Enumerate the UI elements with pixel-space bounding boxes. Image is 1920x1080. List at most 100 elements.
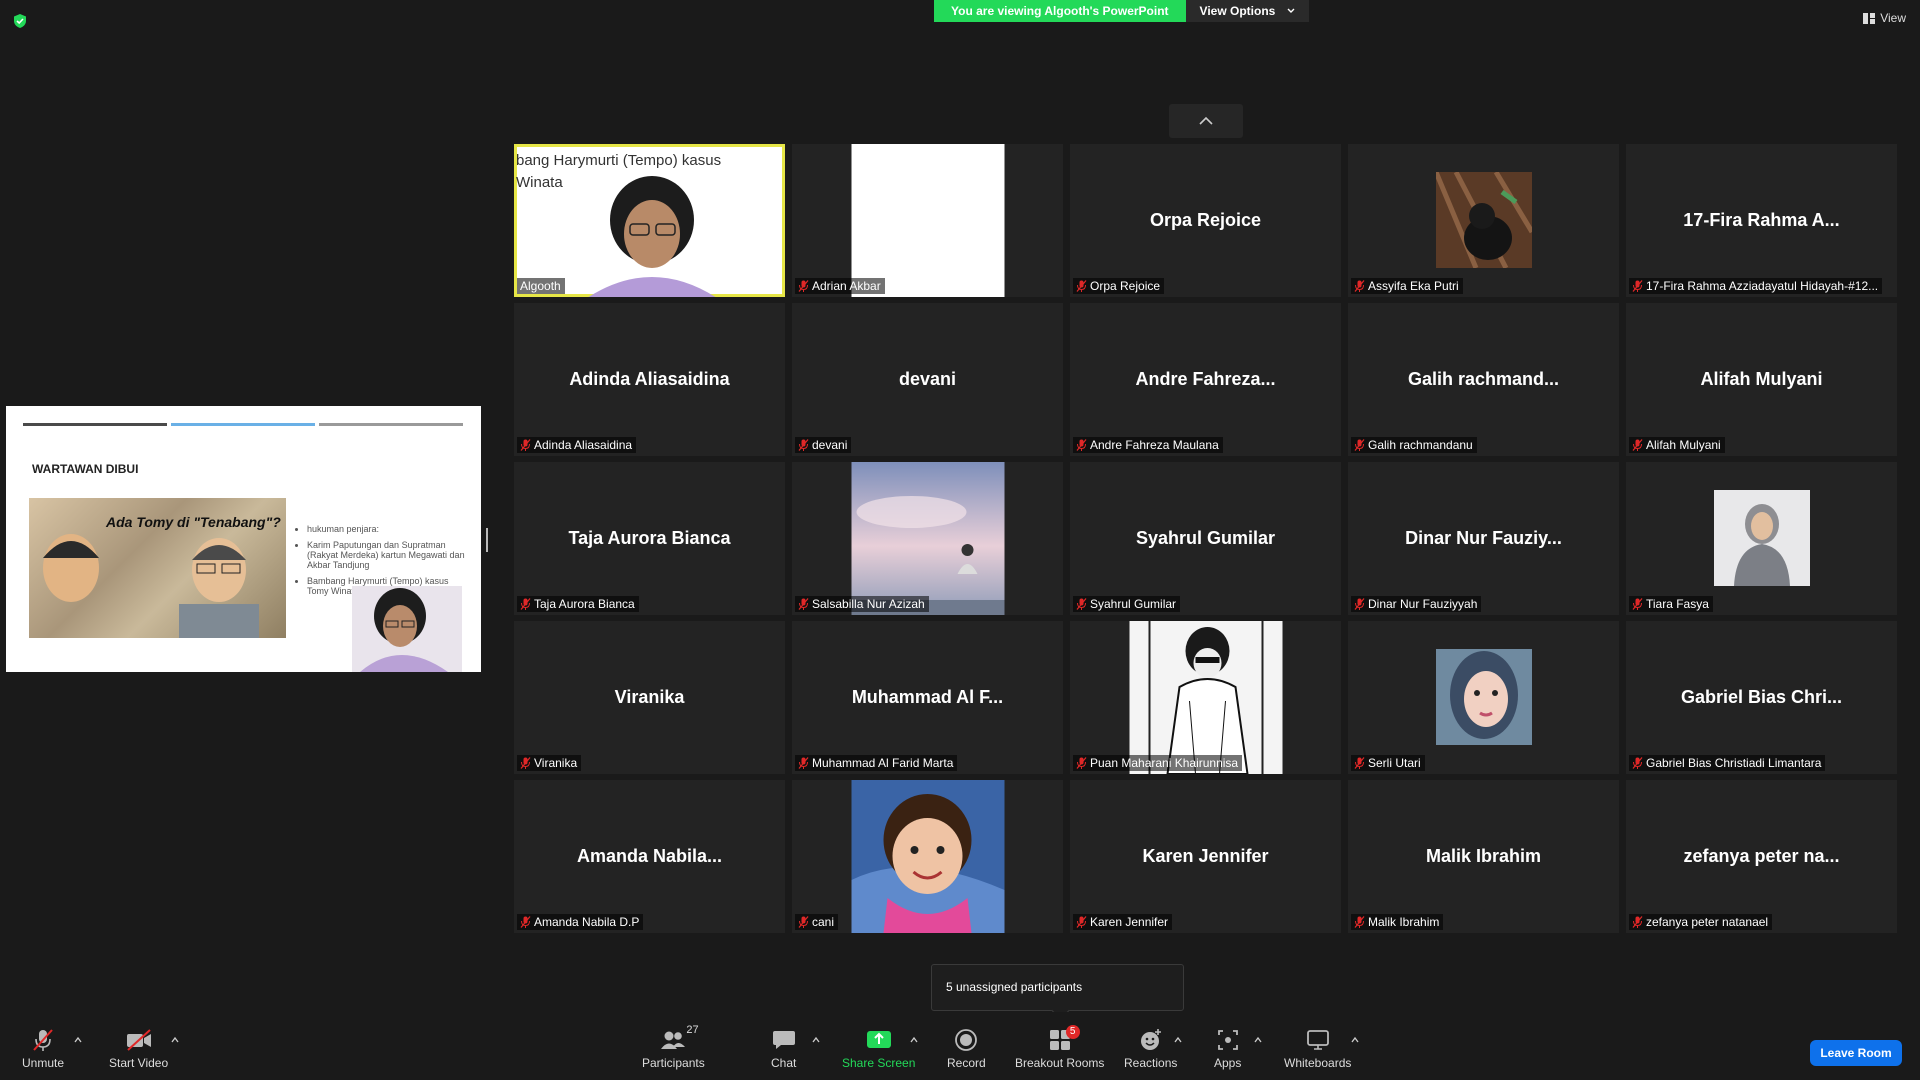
participant-name: Orpa Rejoice <box>1090 279 1161 293</box>
participant-name-label: Adrian Akbar <box>795 278 885 294</box>
participant-tile[interactable]: Serli Utari <box>1348 621 1619 774</box>
record-button[interactable]: Record <box>947 1028 986 1070</box>
audio-options-caret-icon[interactable] <box>74 1036 82 1044</box>
video-off-icon <box>126 1029 151 1051</box>
participant-tile[interactable]: Andre Fahreza... Andre Fahreza Maulana <box>1070 303 1341 456</box>
chat-button[interactable]: Chat <box>771 1028 796 1070</box>
participant-tile[interactable]: Muhammad Al F... Muhammad Al Farid Marta <box>792 621 1063 774</box>
security-shield-icon[interactable] <box>12 13 28 29</box>
slide-photo: Ada Tomy di "Tenabang"? <box>29 498 286 638</box>
participant-tile[interactable]: Tiara Fasya <box>1626 462 1897 615</box>
reactions-button[interactable]: Reactions <box>1124 1028 1177 1070</box>
slide-bar <box>319 423 463 426</box>
active-speaker-tile[interactable]: bang Harymurti (Tempo) kasus Winata Algoot… <box>514 144 785 297</box>
slide-bullet: Karim Paputungan dan Supratman (Rakyat M… <box>307 540 470 570</box>
page-up-button[interactable] <box>1169 104 1243 138</box>
participant-tile[interactable]: Syahrul Gumilar Syahrul Gumilar <box>1070 462 1341 615</box>
participant-name-label: Alifah Mulyani <box>1629 437 1725 453</box>
participant-tile[interactable]: Galih rachmand... Galih rachmandanu <box>1348 303 1619 456</box>
participant-tile[interactable]: Dinar Nur Fauziy... Dinar Nur Fauziyyah <box>1348 462 1619 615</box>
view-layout-button[interactable]: View <box>1863 11 1906 25</box>
participants-button[interactable]: 27 Participants <box>642 1024 705 1070</box>
participant-name-label: Puan Maharani Khairunnisa <box>1073 755 1243 771</box>
muted-mic-icon <box>1354 280 1365 292</box>
slide-bullet: hukuman penjara: <box>307 524 470 534</box>
muted-mic-icon <box>1354 439 1365 451</box>
participant-name: Galih rachmandanu <box>1368 438 1473 452</box>
speaker-video <box>588 176 716 297</box>
participant-tile[interactable]: zefanya peter na... zefanya peter natanae… <box>1626 780 1897 933</box>
participant-grid: bang Harymurti (Tempo) kasus Winata Algoot… <box>514 144 1897 933</box>
reactions-caret-icon[interactable] <box>1174 1036 1182 1044</box>
slide-bar <box>171 423 315 426</box>
participant-display-name: Muhammad Al F... <box>851 687 1004 707</box>
participant-tile[interactable]: Taja Aurora Bianca Taja Aurora Bianca <box>514 462 785 615</box>
resize-handle[interactable] <box>486 528 488 552</box>
participant-name: Karen Jennifer <box>1090 915 1169 929</box>
whiteboards-label: Whiteboards <box>1284 1056 1352 1070</box>
whiteboards-button[interactable]: Whiteboards <box>1284 1028 1351 1070</box>
participant-tile[interactable]: 17-Fira Rahma A... 17-Fira Rahma Azziaday… <box>1626 144 1897 297</box>
participant-name: Muhammad Al Farid Marta <box>812 756 954 770</box>
participant-tile[interactable]: Puan Maharani Khairunnisa <box>1070 621 1341 774</box>
apps-button[interactable]: Apps <box>1214 1028 1241 1070</box>
participant-name-label: Serli Utari <box>1351 755 1425 771</box>
leave-room-button[interactable]: Leave Room <box>1810 1040 1902 1066</box>
share-options-caret-icon[interactable] <box>910 1036 918 1044</box>
participant-name: Syahrul Gumilar <box>1090 597 1177 611</box>
unassigned-participants-popup[interactable]: 5 unassigned participants <box>931 964 1184 1011</box>
breakout-rooms-badge: 5 <box>1065 1025 1080 1039</box>
share-banner: You are viewing Algooth's PowerPoint Vie… <box>934 0 1310 22</box>
share-screen-button[interactable]: Share Screen <box>842 1028 915 1070</box>
participant-name: Tiara Fasya <box>1646 597 1709 611</box>
chat-options-caret-icon[interactable] <box>812 1036 820 1044</box>
muted-mic-icon <box>798 439 809 451</box>
participant-tile[interactable]: Orpa Rejoice Orpa Rejoice <box>1070 144 1341 297</box>
participant-display-name: Amanda Nabila... <box>576 846 723 866</box>
muted-mic-icon <box>798 598 809 610</box>
participant-tile[interactable]: Adinda Aliasaidina Adinda Aliasaidina <box>514 303 785 456</box>
participant-display-name: devani <box>898 369 957 389</box>
unmute-button[interactable]: Unmute <box>22 1028 64 1070</box>
participant-display-name: Galih rachmand... <box>1407 369 1560 389</box>
participant-tile[interactable]: Malik Ibrahim Malik Ibrahim <box>1348 780 1619 933</box>
participant-tile[interactable]: Salsabilla Nur Azizah <box>792 462 1063 615</box>
participant-tile[interactable]: Karen Jennifer Karen Jennifer <box>1070 780 1341 933</box>
apps-caret-icon[interactable] <box>1254 1036 1262 1044</box>
participant-avatar <box>1435 172 1532 268</box>
participant-tile[interactable]: Alifah Mulyani Alifah Mulyani <box>1626 303 1897 456</box>
participant-tile[interactable]: Viranika Viranika <box>514 621 785 774</box>
start-video-button[interactable]: Start Video <box>109 1028 168 1070</box>
participant-name-label: Viranika <box>517 755 582 771</box>
muted-mic-icon <box>1354 757 1365 769</box>
participant-name-label: Gabriel Bias Christiadi Limantara <box>1629 755 1826 771</box>
participant-name: Malik Ibrahim <box>1368 915 1440 929</box>
participant-name: Serli Utari <box>1368 756 1421 770</box>
participant-name: Alifah Mulyani <box>1646 438 1721 452</box>
participant-video <box>851 462 1004 615</box>
shared-screen[interactable]: WARTAWAN DIBUI Ada Tomy di "Tenabang"? h… <box>6 406 481 672</box>
chat-icon <box>772 1031 795 1049</box>
participant-tile[interactable]: Assyifa Eka Putri <box>1348 144 1619 297</box>
reactions-label: Reactions <box>1124 1056 1178 1070</box>
breakout-rooms-button[interactable]: 5 Breakout Rooms <box>1015 1025 1105 1070</box>
participant-name-label: Assyifa Eka Putri <box>1351 278 1463 294</box>
participant-display-name: Taja Aurora Bianca <box>568 528 731 548</box>
participant-tile[interactable]: cani <box>792 780 1063 933</box>
breakout-rooms-label: Breakout Rooms <box>1015 1056 1105 1070</box>
participant-tile[interactable]: Gabriel Bias Chri... Gabriel Bias Christi… <box>1626 621 1897 774</box>
participant-tile[interactable]: devani devani <box>792 303 1063 456</box>
meeting-toolbar: Unmute Start Video 27 Participants Chat … <box>0 1012 1920 1080</box>
view-options-button[interactable]: View Options <box>1185 0 1310 22</box>
participant-tile[interactable]: Amanda Nabila... Amanda Nabila D.P <box>514 780 785 933</box>
video-options-caret-icon[interactable] <box>171 1036 179 1044</box>
participant-name: Adinda Aliasaidina <box>534 438 633 452</box>
participant-tile[interactable]: Adrian Akbar <box>792 144 1063 297</box>
chevron-up-icon <box>1199 116 1213 125</box>
participant-name-label: Muhammad Al Farid Marta <box>795 755 958 771</box>
muted-mic-icon <box>1076 916 1087 928</box>
participant-name-label: Amanda Nabila D.P <box>517 914 644 930</box>
whiteboards-caret-icon[interactable] <box>1351 1036 1359 1044</box>
muted-mic-icon <box>1632 916 1643 928</box>
participant-name-label: Syahrul Gumilar <box>1073 596 1181 612</box>
